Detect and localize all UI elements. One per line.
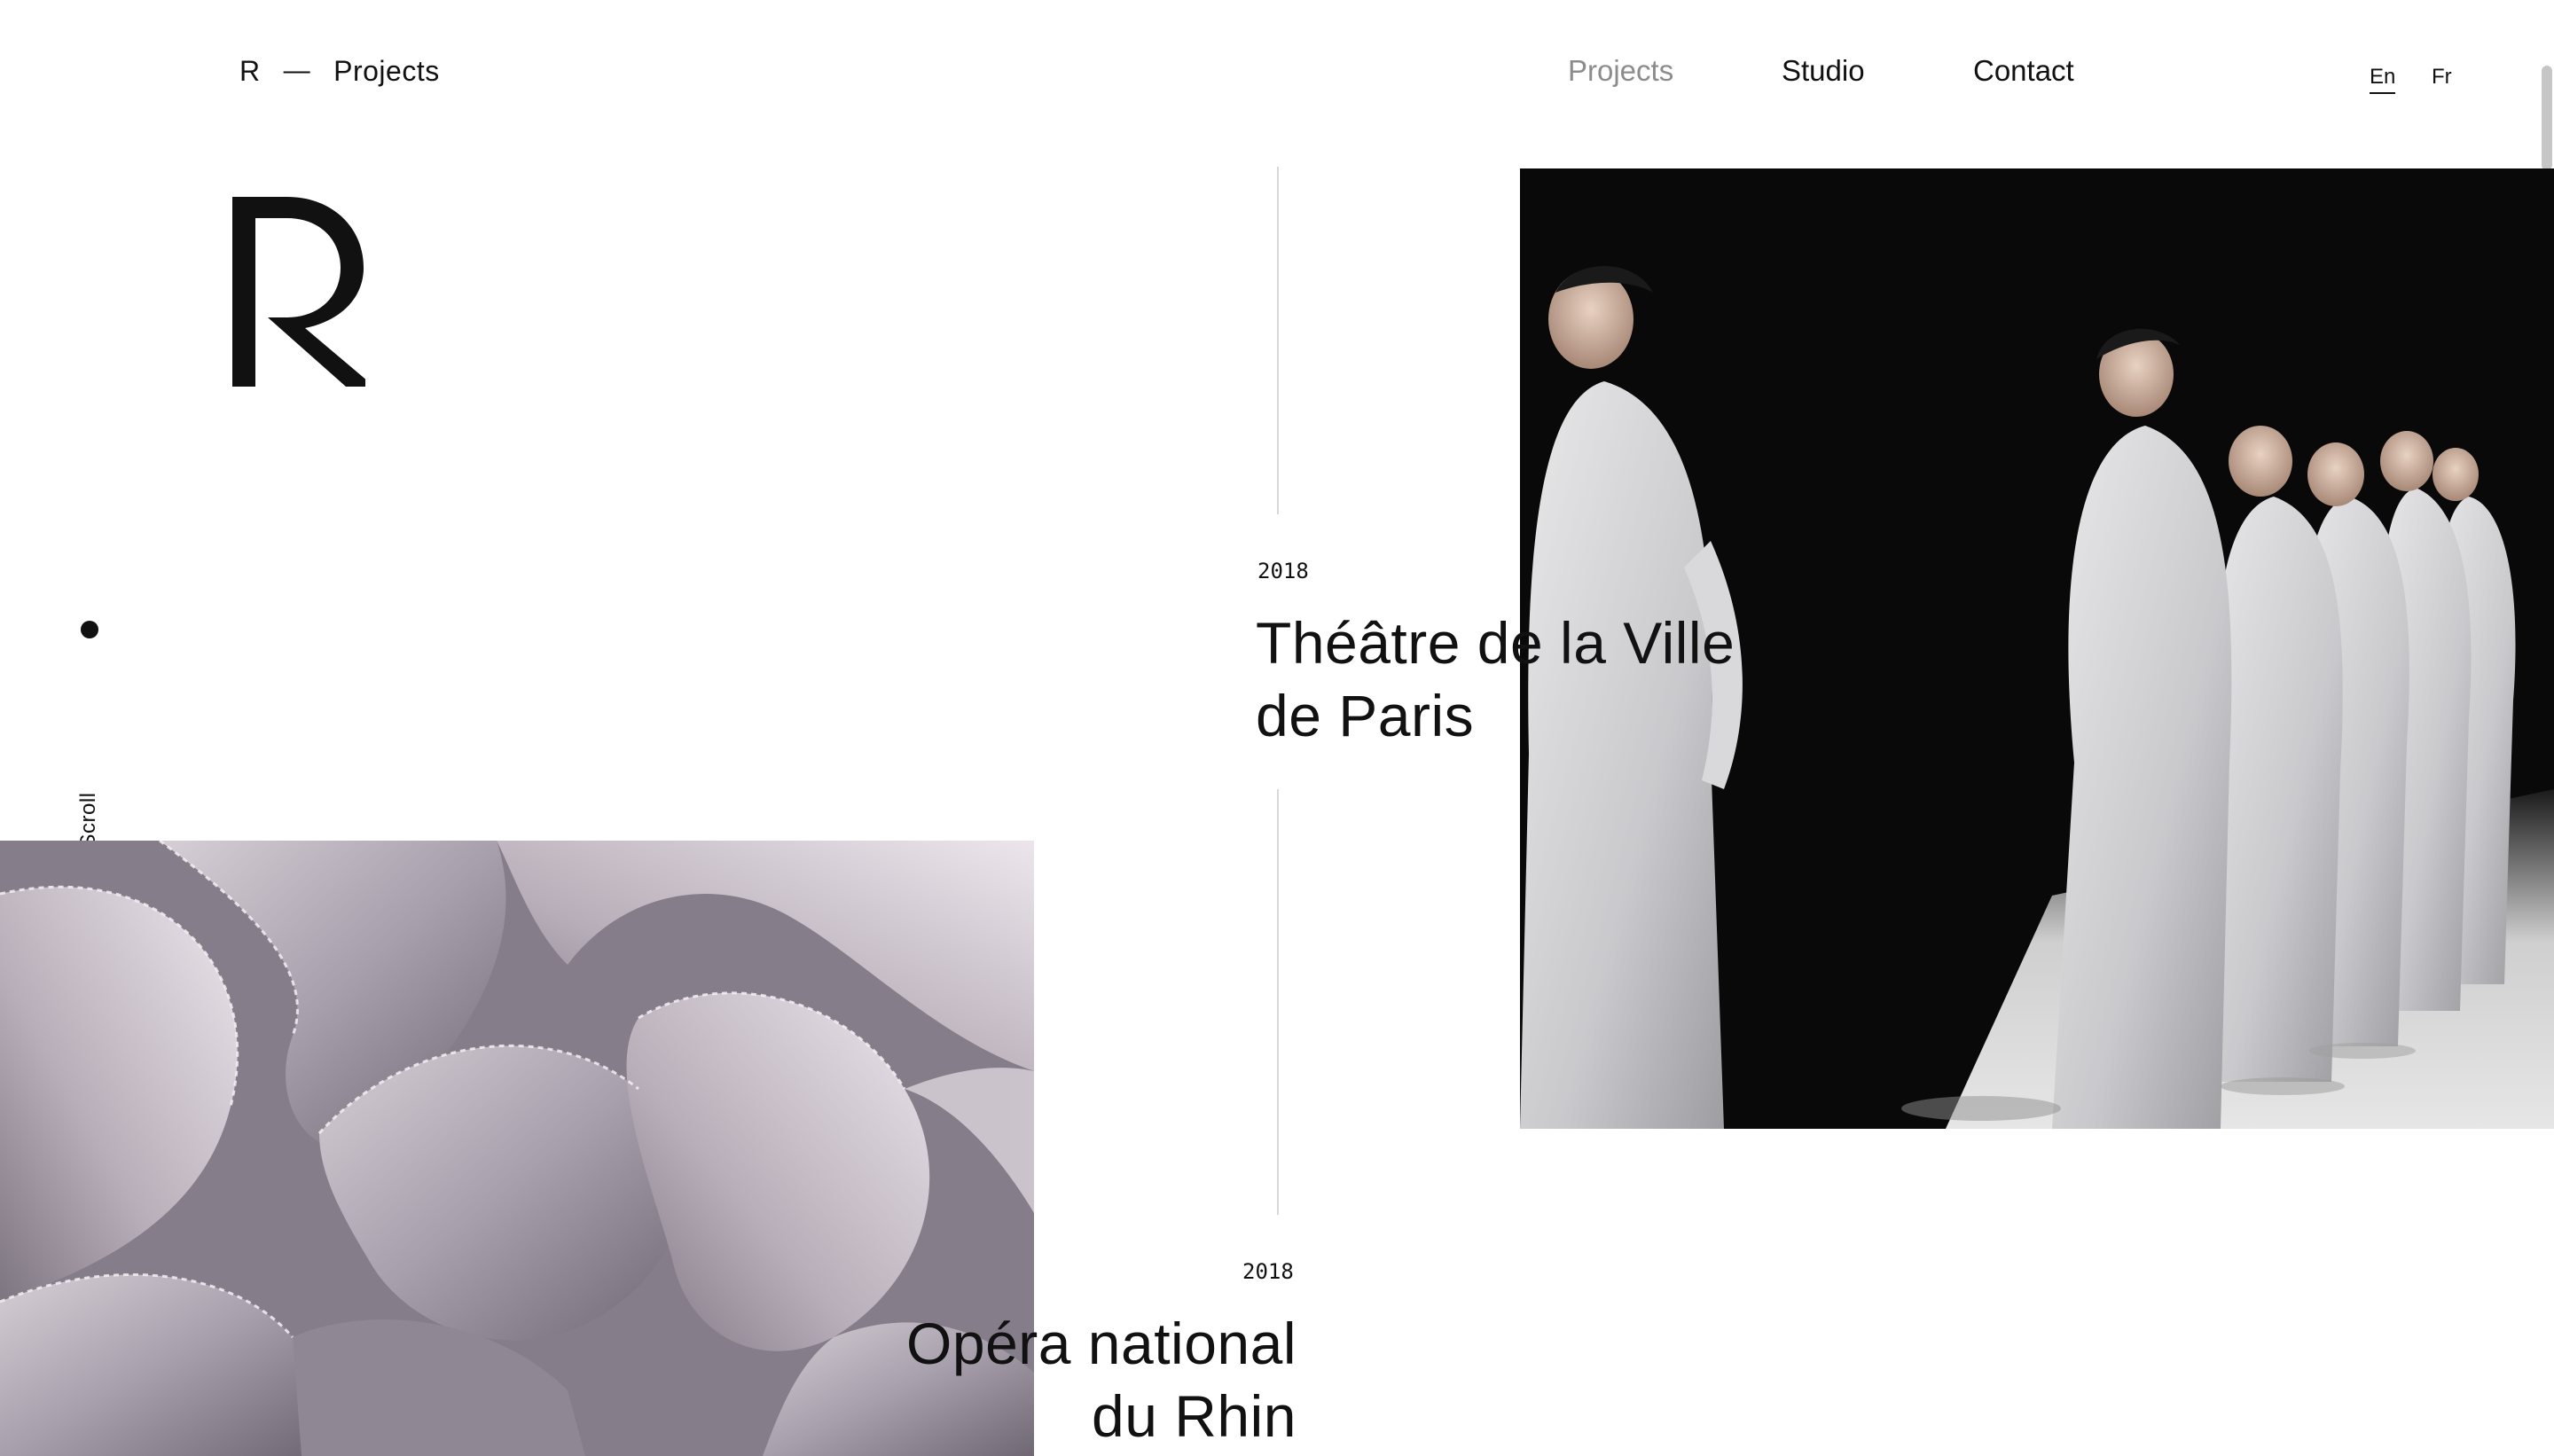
project-title-line: Théâtre de la Ville [1256,610,1735,676]
project-title-theatre-de-la-ville[interactable]: Théâtre de la Ville de Paris [1256,607,1876,752]
breadcrumb[interactable]: R — Projects [239,53,440,89]
project-year: 2018 [1242,1259,1294,1284]
nav-contact[interactable]: Contact [1973,53,2074,89]
language-fr[interactable]: Fr [2432,64,2452,90]
divider-line-bottom [1277,789,1279,1215]
project-title-line: de Paris [1256,683,1475,748]
breadcrumb-section: Projects [333,55,440,87]
project-title-line: du Rhin [1092,1383,1297,1449]
project-title-line: Opéra national [906,1311,1297,1376]
scrollbar-thumb[interactable] [2542,66,2552,170]
nav-studio[interactable]: Studio [1782,53,1865,89]
divider-line-top [1277,167,1279,514]
project-year: 2018 [1257,559,1309,583]
brand-letter: R [239,55,261,87]
logo [232,197,365,387]
language-en[interactable]: En [2370,64,2396,94]
project-title-opera-national-du-rhin[interactable]: Opéra national du Rhin [676,1307,1297,1452]
breadcrumb-separator: — [283,56,311,85]
page: R — Projects Projects Studio Contact En … [0,0,2554,1456]
nav-projects[interactable]: Projects [1568,53,1673,89]
slide-indicator-dot[interactable] [81,621,98,638]
